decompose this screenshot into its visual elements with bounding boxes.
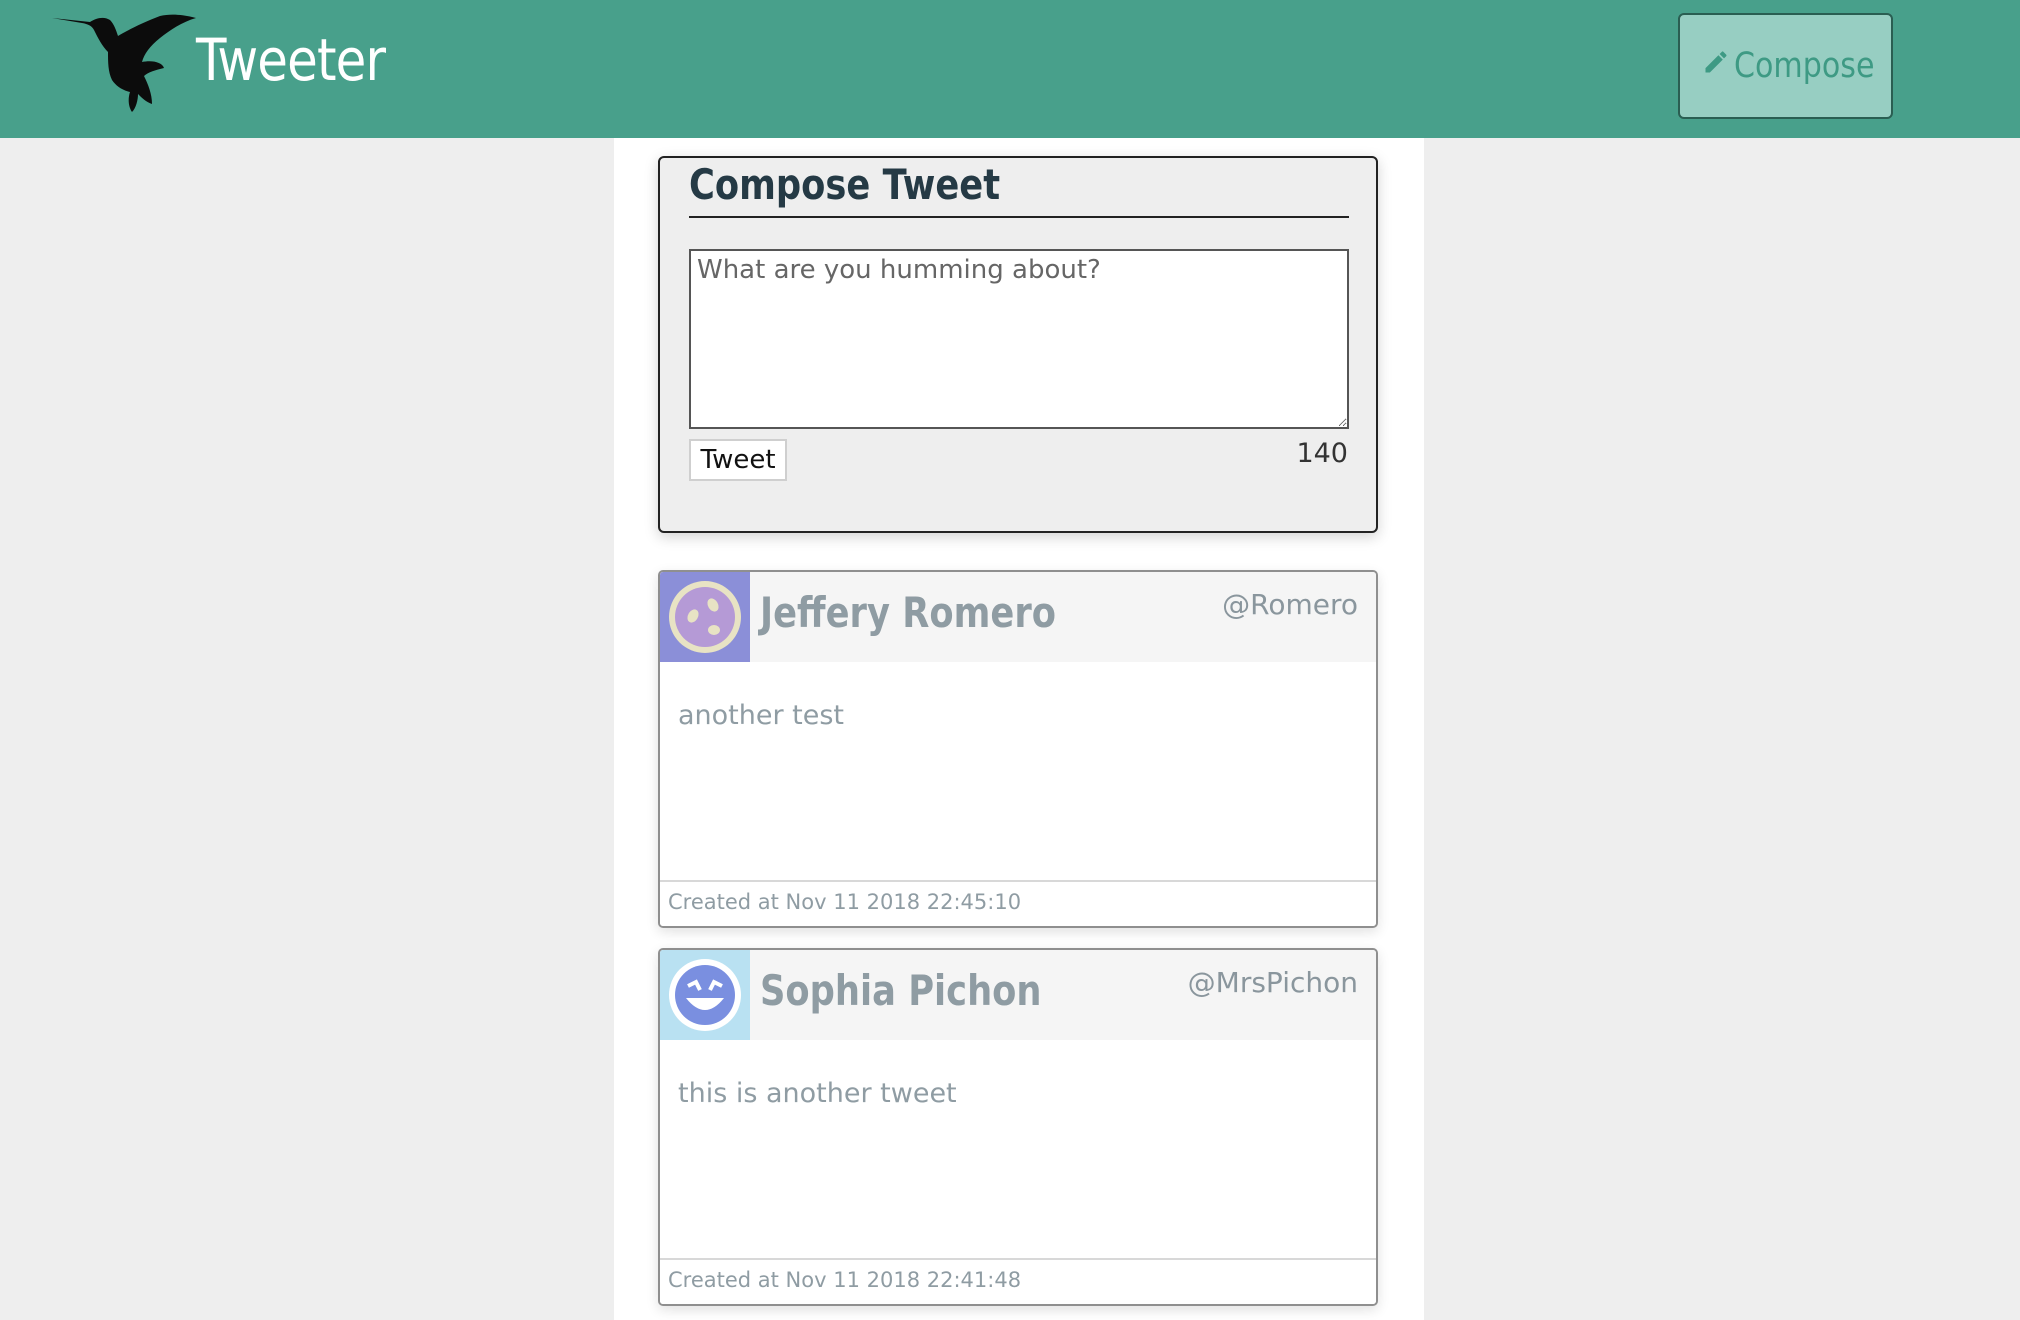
tweet-footer: Created at Nov 11 2018 22:45:10 (660, 880, 1376, 926)
hummingbird-icon[interactable] (52, 12, 198, 114)
compose-label: Compose (1734, 46, 1875, 86)
tweet-header: Sophia Pichon @MrsPichon (660, 950, 1376, 1040)
author-name[interactable]: Sophia Pichon (760, 966, 1042, 1015)
tweet-card: Sophia Pichon @MrsPichon this is another… (658, 948, 1378, 1306)
created-timestamp: Created at Nov 11 2018 22:41:48 (668, 1268, 1022, 1292)
author-handle[interactable]: @MrsPichon (1188, 966, 1358, 999)
top-nav: Tweeter Compose (0, 0, 2020, 138)
pencil-icon (1705, 51, 1727, 73)
compose-button[interactable]: Compose (1678, 13, 1893, 119)
brand-title[interactable]: Tweeter (196, 26, 386, 94)
tweet-submit-button[interactable]: Tweet (689, 439, 787, 481)
tweet-header: Jeffery Romero @Romero (660, 572, 1376, 662)
tweet-content: this is another tweet (678, 1078, 957, 1109)
grinning-avatar-icon (660, 950, 750, 1040)
tweet-content: another test (678, 700, 845, 731)
compose-tweet-panel: Compose Tweet Tweet 140 (658, 156, 1378, 533)
compose-title: Compose Tweet (689, 160, 1001, 209)
created-timestamp: Created at Nov 11 2018 22:45:10 (668, 890, 1022, 914)
tweet-textarea[interactable] (689, 249, 1349, 429)
tweet-footer: Created at Nov 11 2018 22:41:48 (660, 1258, 1376, 1304)
char-counter: 140 (1296, 438, 1348, 469)
smiley-avatar-icon (660, 572, 750, 662)
author-handle[interactable]: @Romero (1222, 588, 1358, 621)
divider (689, 216, 1349, 218)
author-name[interactable]: Jeffery Romero (760, 588, 1056, 637)
tweet-card: Jeffery Romero @Romero another test Crea… (658, 570, 1378, 928)
